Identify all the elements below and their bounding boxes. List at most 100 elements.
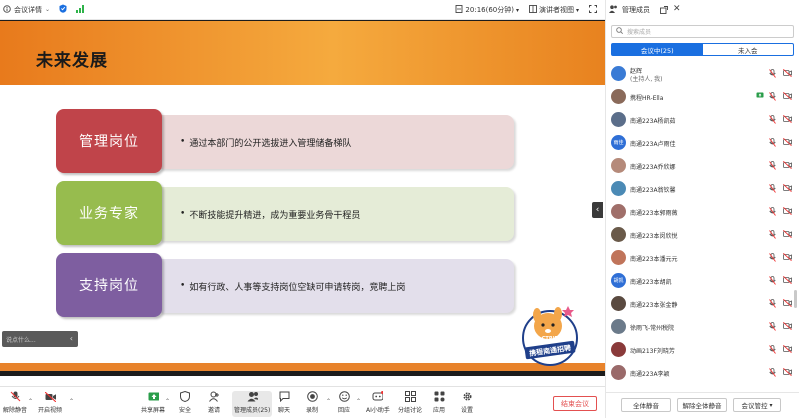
popout-icon[interactable]	[660, 6, 668, 16]
slide-row-support: 支持岗位 如有行政、人事等支持岗位空缺可申请转岗，竞聘上岗	[56, 253, 516, 317]
mic-off-icon[interactable]	[769, 184, 776, 195]
collapse-panel-button[interactable]: ‹	[592, 202, 603, 218]
member-row[interactable]: 携程HR-Ella	[606, 85, 799, 108]
mic-off-icon[interactable]	[769, 253, 776, 264]
view-mode-dropdown[interactable]: 演讲者视图 ▾	[529, 5, 579, 15]
search-input[interactable]: 搜索成员	[611, 25, 794, 38]
chat-button[interactable]: 聊天	[278, 391, 290, 417]
member-row[interactable]: 雨佳 南通223A卢雨佳	[606, 131, 799, 154]
start-video-button[interactable]: 开启视频	[38, 391, 62, 417]
chevron-up-icon[interactable]: ⌃	[165, 398, 170, 405]
avatar: 雨佳	[611, 135, 626, 150]
mute-all-button[interactable]: 全体静音	[621, 398, 671, 412]
share-screen-button[interactable]: 共享屏幕	[141, 391, 165, 417]
mic-off-icon[interactable]	[769, 345, 776, 356]
apps-button[interactable]: 应用	[433, 391, 445, 417]
security-button[interactable]: 安全	[179, 391, 191, 417]
mic-off-icon[interactable]	[769, 322, 776, 333]
unmute-all-button[interactable]: 解除全体静音	[677, 398, 727, 412]
toolbar-label: 回应	[338, 407, 351, 414]
invite-button[interactable]: 邀请	[208, 391, 220, 417]
row-label: 业务专家	[56, 181, 162, 245]
panel-header: 管理成员 ✕	[606, 0, 799, 20]
end-meeting-button[interactable]: 结束会议	[553, 396, 597, 411]
row-label: 管理岗位	[56, 109, 162, 173]
chevron-up-icon[interactable]: ⌃	[356, 398, 361, 405]
video-off-icon[interactable]	[782, 344, 792, 355]
record-button[interactable]: 录制	[306, 391, 318, 417]
video-off-icon[interactable]	[782, 68, 792, 79]
video-off-icon[interactable]	[782, 183, 792, 194]
reaction-button[interactable]: 回应	[338, 391, 350, 417]
member-name: 南通223A卢雨佳	[630, 141, 676, 148]
ai-assistant-button[interactable]: AI小助手	[366, 391, 390, 417]
avatar	[611, 158, 626, 173]
member-name: 徐雨飞-常州税院	[630, 325, 675, 332]
video-off-icon[interactable]	[782, 229, 792, 240]
video-off-icon[interactable]	[782, 160, 792, 171]
shield-icon[interactable]	[59, 4, 67, 15]
video-off-icon[interactable]	[782, 252, 792, 263]
toolbar-label: 邀请	[208, 407, 221, 414]
mic-off-icon[interactable]	[769, 207, 776, 218]
close-icon[interactable]: ✕	[673, 4, 681, 14]
member-row[interactable]: 动画213F刘晓芳	[606, 338, 799, 361]
mic-off-icon[interactable]	[769, 161, 776, 172]
mic-off-icon[interactable]	[769, 115, 776, 126]
video-off-icon[interactable]	[782, 114, 792, 125]
video-off-icon	[44, 391, 56, 402]
chevron-down-icon: ▾	[515, 6, 519, 14]
breakout-rooms-button[interactable]: 分组讨论	[398, 391, 422, 417]
settings-button[interactable]: 设置	[461, 391, 473, 417]
chevron-down-icon[interactable]: ⌄	[45, 6, 50, 13]
meeting-timer[interactable]: 20:16(60分钟) ▾	[455, 5, 519, 15]
chevron-up-icon[interactable]: ⌃	[28, 398, 33, 405]
member-row[interactable]: 南通223本张金静	[606, 292, 799, 315]
mic-off-icon[interactable]	[769, 69, 776, 80]
meeting-time: 20:16(60分钟)	[465, 6, 514, 14]
avatar	[611, 250, 626, 265]
ctrip-mascot-logo: 携程南通招聘 CTRIP	[522, 306, 578, 366]
member-row[interactable]: 南通223A杨凯茹	[606, 108, 799, 131]
mic-off-icon[interactable]	[769, 276, 776, 287]
member-row[interactable]: 徐雨飞-常州税院	[606, 315, 799, 338]
unmute-button[interactable]: 解除静音	[3, 391, 27, 417]
member-row[interactable]: 南通223本闵欣悦	[606, 223, 799, 246]
chevron-up-icon[interactable]: ⌃	[326, 398, 331, 405]
member-name: 南通223本张金静	[630, 302, 678, 309]
video-off-icon[interactable]	[782, 137, 792, 148]
mic-off-icon[interactable]	[769, 368, 776, 379]
video-off-icon[interactable]	[782, 206, 792, 217]
member-row[interactable]: 南通223A乔欣娜	[606, 154, 799, 177]
avatar	[611, 227, 626, 242]
tab-not-joined[interactable]: 未入会	[703, 44, 794, 55]
mic-off-icon[interactable]	[769, 230, 776, 241]
video-off-icon[interactable]	[782, 321, 792, 332]
member-row[interactable]: 赵辉 (主持人, 我)	[606, 62, 799, 85]
mic-off-icon[interactable]	[769, 299, 776, 310]
mic-off-icon[interactable]	[769, 138, 776, 149]
signal-icon[interactable]	[76, 4, 85, 15]
member-row[interactable]: 胡凯 南通223本胡凯	[606, 269, 799, 292]
video-off-icon[interactable]	[782, 298, 792, 309]
chevron-left-icon[interactable]: ‹	[70, 334, 73, 343]
video-off-icon[interactable]	[782, 275, 792, 286]
member-row[interactable]: 南通223A翁钦馨	[606, 177, 799, 200]
member-row[interactable]: 南通223本郭雨薇	[606, 200, 799, 223]
manage-members-button[interactable]: 管理成员(25)	[232, 391, 273, 417]
tab-in-meeting[interactable]: 会议中(25)	[612, 44, 703, 55]
mic-off-icon[interactable]	[769, 92, 776, 103]
member-row[interactable]: 南通223本潘元元	[606, 246, 799, 269]
fullscreen-icon[interactable]	[589, 5, 597, 15]
info-icon[interactable]	[3, 4, 11, 15]
video-off-icon[interactable]	[782, 91, 792, 102]
shield-icon	[180, 391, 191, 402]
video-off-icon[interactable]	[782, 367, 792, 378]
meeting-control-button[interactable]: 会议管控 ▾	[733, 398, 781, 412]
meeting-info-link[interactable]: 会议详情	[14, 5, 42, 15]
chevron-up-icon[interactable]: ⌃	[69, 398, 74, 405]
chat-input[interactable]: 说点什么... ‹	[2, 331, 78, 347]
member-list: 赵辉 (主持人, 我) 携程HR-Ella 南通223A杨凯茹 雨佳 南通223A卢雨佳南…	[606, 62, 799, 384]
scrollbar[interactable]	[794, 290, 797, 308]
member-row[interactable]: 南通223A李颖	[606, 361, 799, 384]
